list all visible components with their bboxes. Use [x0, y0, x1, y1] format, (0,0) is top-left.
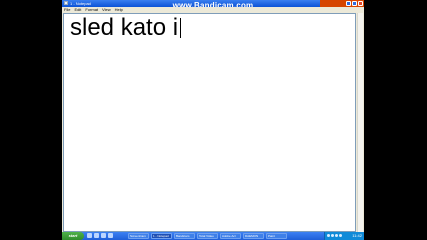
- vertical-scrollbar[interactable]: [357, 13, 363, 232]
- tray-icon[interactable]: [339, 234, 342, 237]
- quick-launch-icon[interactable]: [87, 233, 92, 238]
- desktop-screen: 1 - Notepad www.Bandicam.com File Edit F…: [62, 0, 364, 240]
- close-button[interactable]: [358, 1, 363, 6]
- tray-icon[interactable]: [335, 234, 338, 237]
- quick-launch-icon[interactable]: [101, 233, 106, 238]
- taskbar-item[interactable]: Paint: [266, 233, 287, 239]
- text-editor-area[interactable]: sled kato i: [63, 13, 356, 232]
- taskbar-item[interactable]: ScreenCam: [128, 233, 149, 239]
- quick-launch-icon[interactable]: [108, 233, 113, 238]
- tray-icon[interactable]: [331, 234, 334, 237]
- title-bar[interactable]: 1 - Notepad www.Bandicam.com: [62, 0, 364, 10]
- taskbar-item[interactable]: Bandicam: [174, 233, 195, 239]
- taskbar-item[interactable]: Adobe Acr: [220, 233, 241, 239]
- taskbar-tasks: ScreenCam 1 - Notepad Bandicam Total Vid…: [128, 233, 287, 239]
- minimize-button[interactable]: [346, 1, 351, 6]
- text-caret: [180, 18, 182, 38]
- taskbar-item[interactable]: Total Video: [197, 233, 218, 239]
- editor-text: sled kato i: [70, 14, 179, 41]
- maximize-button[interactable]: [352, 1, 357, 6]
- quick-launch-icon[interactable]: [94, 233, 99, 238]
- tray-icon[interactable]: [327, 234, 330, 237]
- system-tray: 11:42: [324, 232, 364, 240]
- tray-icons: [327, 234, 342, 237]
- quick-launch: [87, 233, 113, 238]
- taskbar-item[interactable]: 1 - Notepad: [151, 233, 172, 239]
- editor-text-line: sled kato i: [70, 14, 182, 42]
- taskbar-clock: 11:42: [352, 233, 362, 238]
- start-button[interactable]: start: [62, 232, 84, 240]
- window-controls: [346, 1, 363, 6]
- taskbar-item[interactable]: DAEMON: [243, 233, 264, 239]
- taskbar: start ScreenCam 1 - Notepad Bandicam Tot…: [62, 232, 364, 240]
